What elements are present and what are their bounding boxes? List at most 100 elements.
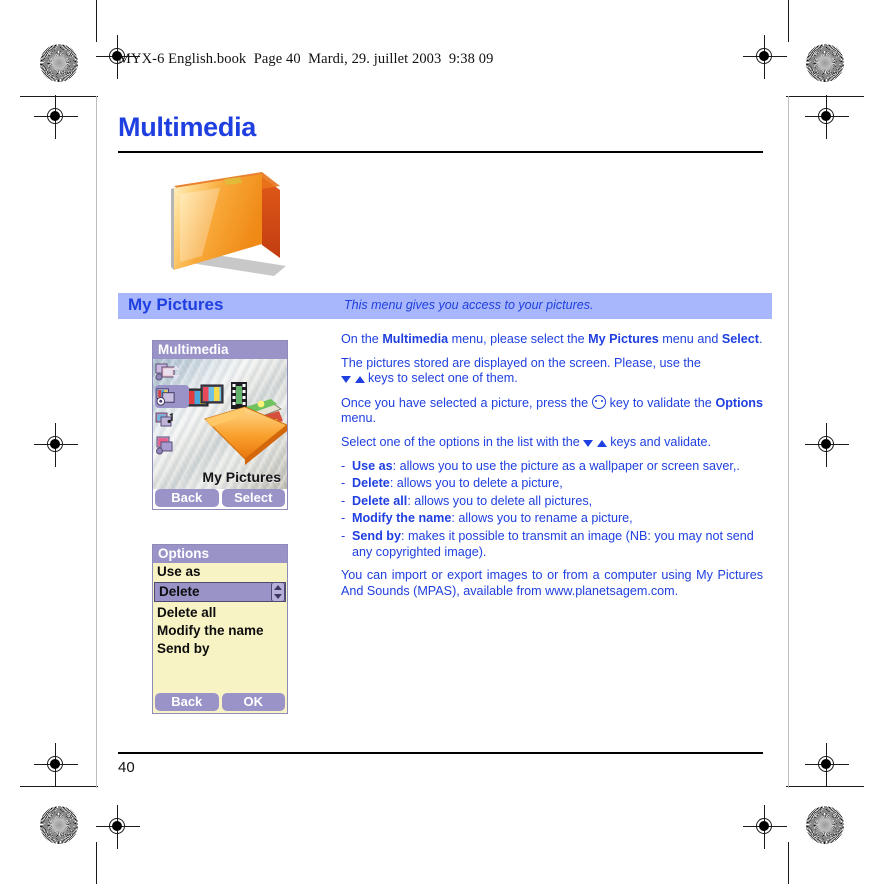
page-title: Multimedia bbox=[118, 112, 257, 142]
softkey-ok[interactable]: OK bbox=[221, 693, 285, 711]
orange-folder-icon bbox=[162, 166, 290, 284]
softkey-back[interactable]: Back bbox=[155, 489, 219, 507]
phone-titlebar: Options bbox=[153, 545, 287, 563]
crop-line-right-horizontal-top bbox=[786, 96, 864, 97]
p1-lead: On the bbox=[341, 332, 383, 346]
registration-mark-bottom-right-inner bbox=[743, 805, 787, 849]
bullet-text: Delete all: allows you to delete all pic… bbox=[352, 494, 763, 510]
chevron-down-icon[interactable] bbox=[274, 594, 282, 599]
registration-mark-top-right-inner bbox=[743, 35, 787, 79]
bullet-rest: : allows you to rename a picture, bbox=[451, 511, 633, 526]
list-item-use-as[interactable]: Use as bbox=[153, 563, 287, 581]
list-item-modify-the-name[interactable]: Modify the name bbox=[153, 622, 287, 640]
list-item: - Send by: makes it possible to transmit… bbox=[341, 529, 763, 560]
p1-mid2: menu and bbox=[658, 332, 722, 346]
bullet-dash: - bbox=[341, 476, 346, 491]
bullet-text: Send by: makes it possible to transmit a… bbox=[352, 529, 763, 560]
crop-line-page-right-edge bbox=[788, 96, 789, 788]
options-list: Use as Delete Delete all Modify the name… bbox=[153, 563, 287, 693]
print-density-burst-bottom-left bbox=[40, 806, 78, 844]
bullet-term: Use as bbox=[352, 458, 393, 473]
registration-mark-corner-top-left bbox=[34, 95, 78, 139]
crop-line-left-horizontal-bottom bbox=[20, 786, 98, 787]
printed-page: MYX-6 English.book Page 40 Mardi, 29. ju… bbox=[0, 0, 884, 884]
softkey-back[interactable]: Back bbox=[155, 693, 219, 711]
bullet-dash: - bbox=[341, 458, 346, 473]
crop-line-bottom-vertical-left bbox=[96, 842, 97, 884]
bullet-text: Delete: allows you to delete a picture, bbox=[352, 476, 763, 492]
crop-line-bottom-vertical-right bbox=[788, 842, 789, 884]
p4-end: keys and validate. bbox=[606, 434, 712, 449]
screenshot-options-menu: Options Use as Delete Delete all Modify … bbox=[152, 544, 288, 714]
arrow-up-icon bbox=[596, 439, 607, 447]
bullet-rest: : allows you to delete all pictures, bbox=[407, 493, 593, 508]
bullet-dash: - bbox=[341, 528, 346, 543]
options-bullet-list: - Use as: allows you to use the picture … bbox=[341, 459, 763, 561]
p4-lead: Select one of the options in the list wi… bbox=[341, 434, 580, 449]
p1-end: . bbox=[758, 332, 763, 346]
bullet-text: Use as: allows you to use the picture as… bbox=[352, 459, 763, 475]
list-item: - Delete all: allows you to delete all p… bbox=[341, 494, 763, 510]
title-rule bbox=[118, 151, 763, 153]
term-my-pictures: My Pictures bbox=[588, 332, 659, 346]
chevron-up-icon[interactable] bbox=[274, 585, 282, 590]
p2-end: keys to select one of them. bbox=[364, 371, 518, 386]
crop-line-top-vertical-left bbox=[96, 0, 97, 42]
p3-end: menu. bbox=[341, 411, 377, 426]
sounds-thumb-icon[interactable] bbox=[155, 411, 177, 432]
chevron-down-icon[interactable] bbox=[171, 374, 180, 380]
screen-caption: My Pictures bbox=[202, 469, 281, 485]
bullet-dash: - bbox=[341, 493, 346, 508]
registration-mark-corner-top-right bbox=[805, 95, 849, 139]
p3-mid: key to validate the bbox=[605, 395, 716, 410]
list-item: - Modify the name: allows you to rename … bbox=[341, 511, 763, 527]
animations-thumb-icon[interactable] bbox=[155, 435, 177, 456]
bullet-term: Send by bbox=[352, 528, 401, 543]
screenshot-multimedia-browser: Multimedia My Pictures Back Select bbox=[152, 340, 288, 510]
crop-line-page-left-edge bbox=[96, 96, 97, 788]
list-item-delete[interactable]: Delete bbox=[154, 582, 286, 602]
paragraph-1: On the Multimedia menu, please select th… bbox=[341, 332, 763, 348]
paragraph-5: You can import or export images to or fr… bbox=[341, 568, 763, 598]
bullet-dash: - bbox=[341, 511, 346, 526]
list-item-label: Delete bbox=[159, 584, 200, 599]
term-options: Options bbox=[715, 395, 764, 410]
term-select: Select bbox=[721, 332, 759, 346]
ok-key-icon bbox=[591, 394, 606, 409]
softkey-select[interactable]: Select bbox=[221, 489, 285, 507]
print-density-burst-top-right bbox=[806, 44, 844, 82]
paragraph-2: The pictures stored are displayed on the… bbox=[341, 356, 763, 387]
softkey-bar: Back Select bbox=[153, 489, 287, 509]
thumb-scroll-arrows[interactable] bbox=[171, 363, 180, 382]
paragraph-4: Select one of the options in the list wi… bbox=[341, 435, 763, 451]
phone-screen-body: My Pictures bbox=[153, 359, 287, 489]
section-description: This menu gives you access to your pictu… bbox=[344, 298, 594, 312]
crop-line-top-vertical-right bbox=[788, 0, 789, 42]
print-density-burst-top-left bbox=[40, 44, 78, 82]
list-item-delete-all[interactable]: Delete all bbox=[153, 604, 287, 622]
chevron-up-icon[interactable] bbox=[171, 365, 180, 371]
term-multimedia: Multimedia bbox=[382, 332, 449, 346]
bullet-rest: : makes it possible to transmit an image… bbox=[352, 528, 754, 559]
crop-line-right-horizontal-bottom bbox=[786, 786, 864, 787]
footer-rule bbox=[118, 752, 763, 754]
registration-mark-bottom-left-inner bbox=[96, 805, 140, 849]
arrow-down-icon bbox=[341, 376, 351, 384]
arrow-up-icon bbox=[354, 376, 365, 384]
list-scroll-indicator[interactable] bbox=[271, 582, 285, 602]
pictures-folder-artwork bbox=[186, 382, 287, 465]
thumbnail-rail bbox=[155, 361, 189, 456]
bullet-term: Modify the name bbox=[352, 511, 452, 526]
list-item: - Use as: allows you to use the picture … bbox=[341, 459, 763, 475]
list-item-send-by[interactable]: Send by bbox=[153, 640, 287, 658]
arrow-down-icon bbox=[583, 439, 594, 447]
page-number: 40 bbox=[118, 759, 135, 776]
p2-lead: The pictures stored are displayed on the… bbox=[341, 355, 701, 370]
registration-mark-left-middle bbox=[34, 423, 78, 467]
bullet-rest: : allows you to delete a picture, bbox=[389, 476, 563, 491]
section-header-band: My Pictures This menu gives you access t… bbox=[118, 293, 772, 319]
bullet-rest: : allows you to use the picture as a wal… bbox=[392, 458, 740, 473]
bullet-term: Delete all bbox=[352, 493, 408, 508]
pictures-thumb-selected[interactable] bbox=[155, 365, 189, 408]
registration-mark-corner-bottom-left bbox=[34, 743, 78, 787]
